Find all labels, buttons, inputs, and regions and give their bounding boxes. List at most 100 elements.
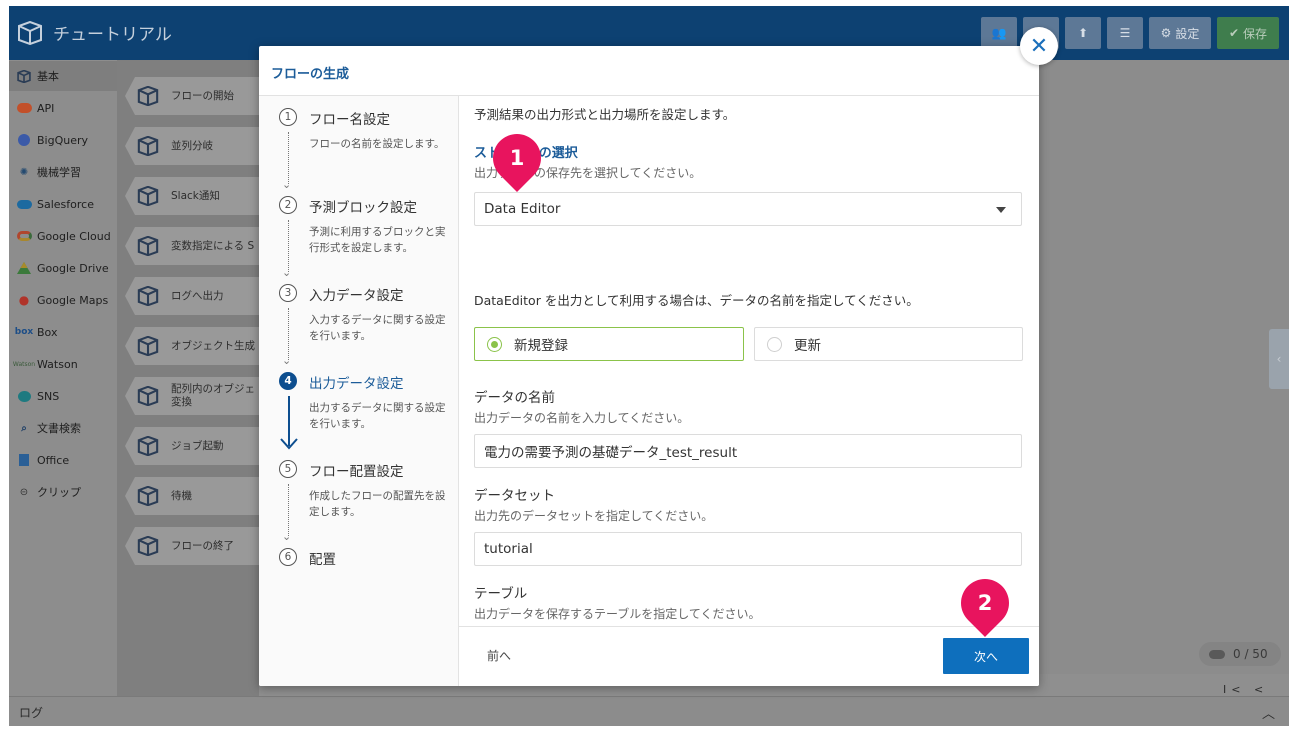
check-circle-icon: ✔ <box>1228 26 1240 40</box>
dataeditor-note: DataEditor を出力として利用する場合は、データの名前を指定してください… <box>474 293 919 308</box>
table-label: テーブル <box>474 586 528 602</box>
sidebar-item-document-search[interactable]: ⌕ 文書検索 <box>9 413 117 443</box>
block-parallel-branch[interactable]: 並列分岐 <box>125 127 270 165</box>
step-name: フロー名設定 <box>309 112 390 128</box>
step-deploy[interactable]: 6 配置 <box>279 548 454 578</box>
chat-bubble-icon <box>16 389 32 403</box>
step-desc: 出力するデータに関する設定を行います。 <box>309 402 446 430</box>
sidebar-item-label: Watson <box>37 357 78 371</box>
flow-block-icon <box>137 286 159 306</box>
api-icon <box>16 101 32 115</box>
block-job-start[interactable]: ジョブ起動 <box>125 427 270 465</box>
step-output-data[interactable]: 4 出力データ設定 出力するデータに関する設定を行います。 <box>279 372 454 460</box>
step-connector <box>288 484 289 536</box>
step-number: 4 <box>279 372 297 390</box>
next-button[interactable]: 次へ <box>943 638 1029 674</box>
flow-generation-dialog: フローの生成 1 フロー名設定 フローの名前を設定します。 ⌄ 2 予測ブロック… <box>259 46 1039 686</box>
step-desc: フローの名前を設定します。 <box>309 138 445 150</box>
dataset-input[interactable]: tutorial <box>474 532 1022 566</box>
sidebar-item-api[interactable]: API <box>9 93 117 123</box>
block-variable-s[interactable]: 変数指定による S <box>125 227 270 265</box>
save-button[interactable]: ✔ 保存 <box>1217 17 1279 49</box>
dialog-footer: 前へ 次へ <box>459 626 1039 686</box>
sidebar-item-box[interactable]: box Box <box>9 317 117 347</box>
data-name-input[interactable]: 電力の需要予測の基礎データ_test_result <box>474 434 1022 468</box>
step-connector <box>288 132 289 184</box>
log-bar[interactable]: ログ ︿ <box>9 696 1289 726</box>
block-label: Slack通知 <box>171 189 220 202</box>
dialog-content: 予測結果の出力形式と出力場所を設定します。 ストレージの選択 出力データの保存先… <box>459 96 1039 665</box>
wizard-steps: 1 フロー名設定 フローの名前を設定します。 ⌄ 2 予測ブロック設定 予測に利… <box>259 96 459 686</box>
sidebar-item-office[interactable]: Office <box>9 445 117 475</box>
step-number: 3 <box>279 284 297 302</box>
block-wait[interactable]: 待機 <box>125 477 270 515</box>
step-desc: 入力するデータに関する設定を行います。 <box>309 314 446 342</box>
arrow-down-icon: ⌄ <box>282 530 292 543</box>
sidebar-item-machine-learning[interactable]: ✺ 機械学習 <box>9 157 117 187</box>
content-intro: 予測結果の出力形式と出力場所を設定します。 <box>474 107 736 122</box>
box-icon: box <box>14 327 34 337</box>
sidebar-item-label: Google Maps <box>37 293 109 307</box>
sidebar-item-google-maps[interactable]: ● Google Maps <box>9 285 117 315</box>
users-button[interactable]: 👥 <box>981 17 1017 49</box>
callout-number: 1 <box>509 146 525 170</box>
block-array-object-transform[interactable]: 配列内のオブジェ 変換 <box>125 377 270 415</box>
sidebar-item-google-cloud[interactable]: Google Cloud <box>9 221 117 251</box>
settings-button[interactable]: ⚙ 設定 <box>1149 17 1211 49</box>
dialog-header: フローの生成 <box>259 46 1039 96</box>
step-name: 入力データ設定 <box>309 288 404 304</box>
sidebar-item-basic[interactable]: 基本 <box>9 61 117 91</box>
radio-label: 更新 <box>794 338 821 354</box>
block-label: オブジェクト生成 <box>171 339 255 352</box>
block-label: 変数指定による S <box>171 239 255 252</box>
sidebar-item-label: 文書検索 <box>37 422 81 435</box>
salesforce-icon <box>16 197 32 211</box>
sidebar-item-watson[interactable]: Watson Watson <box>9 349 117 379</box>
radio-indicator <box>767 336 782 352</box>
sidebar-item-sns[interactable]: SNS <box>9 381 117 411</box>
arrow-down-icon <box>280 438 298 450</box>
item-counter: 0 / 50 <box>1199 642 1281 666</box>
step-flow-name[interactable]: 1 フロー名設定 フローの名前を設定します。 ⌄ <box>279 108 454 196</box>
upload-button[interactable]: ⬆ <box>1065 17 1101 49</box>
block-label: フローの開始 <box>171 89 234 102</box>
close-dialog-button[interactable]: ✕ <box>1020 27 1058 65</box>
side-panel-toggle[interactable]: ‹ <box>1269 329 1289 389</box>
radio-indicator <box>487 336 502 352</box>
list-button[interactable]: ☰ <box>1107 17 1143 49</box>
block-slack-notify[interactable]: Slack通知 <box>125 177 270 215</box>
block-object-create[interactable]: オブジェクト生成 <box>125 327 270 365</box>
sidebar-item-google-drive[interactable]: Google Drive <box>9 253 117 283</box>
step-prediction-block[interactable]: 2 予測ブロック設定 予測に利用するブロックと実行形式を設定します。 ⌄ <box>279 196 454 284</box>
callout-pin-1: 1 <box>483 124 551 192</box>
flow-block-icon <box>16 69 32 83</box>
prev-button[interactable]: 前へ <box>487 647 511 664</box>
radio-update[interactable]: 更新 <box>754 327 1023 361</box>
block-flow-start[interactable]: フローの開始 <box>125 77 270 115</box>
block-flow-end[interactable]: フローの終了 <box>125 527 270 565</box>
chevron-up-icon[interactable]: ︿ <box>1262 703 1275 722</box>
step-flow-placement[interactable]: 5 フロー配置設定 作成したフローの配置先を設定します。 ⌄ <box>279 460 454 548</box>
list-icon: ☰ <box>1119 26 1131 40</box>
block-log-output[interactable]: ログへ出力 <box>125 277 270 315</box>
category-sidebar: 基本 API BigQuery ✺ 機械学習 Salesforce Google… <box>9 60 117 696</box>
storage-select[interactable]: Data Editor <box>474 192 1022 226</box>
sidebar-item-salesforce[interactable]: Salesforce <box>9 189 117 219</box>
sidebar-item-label: SNS <box>37 389 60 403</box>
flow-block-icon <box>137 386 159 406</box>
block-label: 待機 <box>171 489 192 502</box>
app-logo-icon <box>18 21 42 45</box>
step-desc: 予測に利用するブロックと実行形式を設定します。 <box>309 226 446 254</box>
sidebar-item-clip[interactable]: ⊝ クリップ <box>9 477 117 507</box>
block-label: ジョブ起動 <box>171 439 224 452</box>
radio-new-registration[interactable]: 新規登録 <box>474 327 744 361</box>
step-number: 6 <box>279 548 297 566</box>
close-icon: ✕ <box>1029 33 1049 59</box>
upload-icon: ⬆ <box>1077 26 1089 40</box>
step-input-data[interactable]: 3 入力データ設定 入力するデータに関する設定を行います。 ⌄ <box>279 284 454 372</box>
flow-block-icon <box>137 86 159 106</box>
sidebar-item-bigquery[interactable]: BigQuery <box>9 125 117 155</box>
flow-block-icon <box>137 536 159 556</box>
sidebar-item-label: API <box>37 101 55 115</box>
flow-block-icon <box>137 186 159 206</box>
